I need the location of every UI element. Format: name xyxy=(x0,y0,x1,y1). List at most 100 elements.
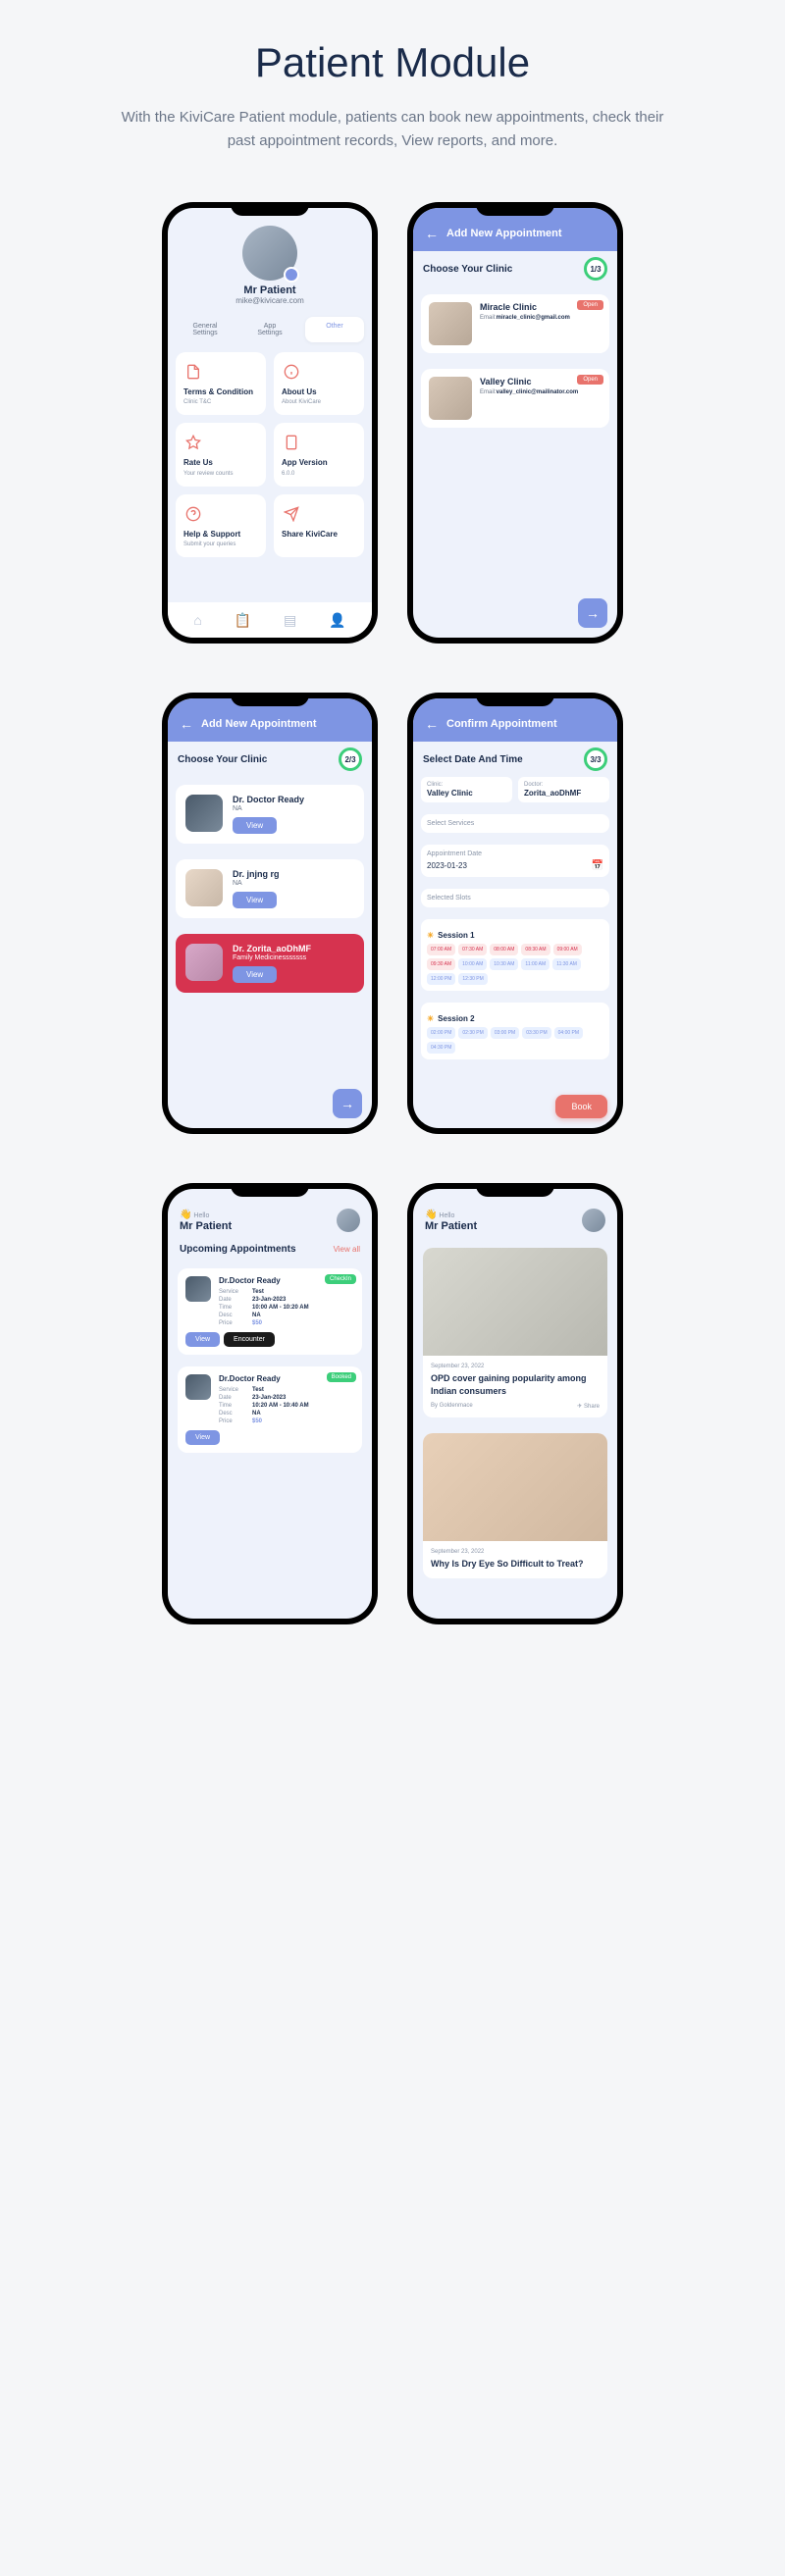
notch xyxy=(231,693,309,706)
back-icon[interactable]: ← xyxy=(180,716,193,732)
time-slot[interactable]: 03:30 PM xyxy=(522,1027,550,1039)
time-slot[interactable]: 12:00 PM xyxy=(427,973,455,985)
card-title: About Us xyxy=(282,387,356,397)
user-avatar[interactable] xyxy=(582,1209,605,1232)
time-slot[interactable]: 12:30 PM xyxy=(458,973,487,985)
doctor-field[interactable]: Doctor: Zorita_aoDhMF xyxy=(518,777,609,802)
page-subtitle: With the KiviCare Patient module, patien… xyxy=(118,106,667,153)
time-slot[interactable]: 08:00 AM xyxy=(490,944,518,955)
clinic-card-miracle[interactable]: Miracle Clinic Email:miracle_clinic@gmai… xyxy=(421,294,609,353)
header-title: Add New Appointment xyxy=(446,228,562,239)
label: Desc xyxy=(219,1313,246,1318)
doctor-image xyxy=(185,1276,211,1302)
next-button[interactable]: → xyxy=(333,1089,362,1118)
card-share[interactable]: Share KiviCare xyxy=(274,494,364,557)
user-name: Mr Patient xyxy=(425,1220,477,1232)
doctor-card-zorita[interactable]: Dr. Zorita_aoDhMF Family Medicinesssssss… xyxy=(176,934,364,993)
user-avatar[interactable] xyxy=(242,226,297,281)
back-icon[interactable]: ← xyxy=(425,226,439,241)
phone-articles: 👋 Hello Mr Patient September 23, 2022 OP… xyxy=(407,1183,623,1624)
doctor-card-ready[interactable]: Dr. Doctor Ready NA View xyxy=(176,785,364,844)
section-label: Selected Slots xyxy=(427,895,603,902)
card-about[interactable]: About Us About KiviCare xyxy=(274,352,364,415)
value: Test xyxy=(252,1289,264,1295)
phone-choose-doctor: ← Add New Appointment Choose Your Clinic… xyxy=(162,693,378,1134)
time-slot[interactable]: 09:30 AM xyxy=(427,958,455,970)
encounter-button[interactable]: Encounter xyxy=(224,1332,275,1347)
field-value: Valley Clinic xyxy=(427,789,506,798)
label: Price xyxy=(219,1320,246,1326)
share-button[interactable]: ✈ Share xyxy=(577,1403,600,1410)
doctor-name: Dr. Doctor Ready xyxy=(233,795,354,804)
article-date: September 23, 2022 xyxy=(431,1549,600,1555)
clinic-field[interactable]: Clinic: Valley Clinic xyxy=(421,777,512,802)
view-button[interactable]: View xyxy=(185,1430,220,1445)
view-all-link[interactable]: View all xyxy=(334,1245,360,1254)
tab-general-settings[interactable]: General Settings xyxy=(176,317,235,342)
bottom-nav: ⌂ 📋 ▤ 👤 xyxy=(168,602,372,638)
edit-icon[interactable] xyxy=(284,267,299,283)
view-button[interactable]: View xyxy=(233,966,277,983)
nav-file-icon[interactable]: ▤ xyxy=(284,612,296,629)
select-services[interactable]: Select Services xyxy=(421,814,609,833)
book-button[interactable]: Book xyxy=(555,1095,607,1118)
header-title: Add New Appointment xyxy=(201,718,317,730)
header-title: Confirm Appointment xyxy=(446,718,557,730)
time-slot[interactable]: 04:30 PM xyxy=(427,1042,455,1054)
time-slot[interactable]: 09:00 AM xyxy=(553,944,582,955)
session-2: ☀Session 2 02:00 PM 02:30 PM 03:00 PM 03… xyxy=(421,1003,609,1059)
card-rate[interactable]: Rate Us Your review counts xyxy=(176,423,266,486)
time-slot[interactable]: 11:00 AM xyxy=(521,958,550,970)
doctor-image xyxy=(185,795,223,832)
time-slot[interactable]: 08:30 AM xyxy=(521,944,550,955)
doctor-name: Dr.Doctor Ready xyxy=(219,1276,309,1285)
article-title: Why Is Dry Eye So Difficult to Treat? xyxy=(431,1558,600,1571)
step-indicator: 2/3 xyxy=(339,747,362,771)
user-avatar[interactable] xyxy=(337,1209,360,1232)
article-card[interactable]: September 23, 2022 Why Is Dry Eye So Dif… xyxy=(423,1433,607,1578)
label: Price xyxy=(219,1418,246,1424)
user-name: Mr Patient xyxy=(180,1220,232,1232)
section-label: Select Services xyxy=(427,820,603,827)
next-button[interactable]: → xyxy=(578,598,607,628)
label: Desc xyxy=(219,1411,246,1417)
tab-app-settings[interactable]: App Settings xyxy=(240,317,299,342)
label: Service xyxy=(219,1387,246,1393)
time-slot[interactable]: 10:00 AM xyxy=(458,958,487,970)
time-slot[interactable]: 03:00 PM xyxy=(491,1027,519,1039)
doctor-card-jnjng[interactable]: Dr. jnjng rg NA View xyxy=(176,859,364,918)
wave-icon: 👋 xyxy=(180,1210,191,1220)
back-icon[interactable]: ← xyxy=(425,716,439,732)
view-button[interactable]: View xyxy=(233,817,277,834)
card-sub: Your review counts xyxy=(183,471,258,477)
card-sub: Clinic T&C xyxy=(183,399,258,405)
time-slot[interactable]: 02:30 PM xyxy=(458,1027,487,1039)
card-terms[interactable]: Terms & Condition Clinic T&C xyxy=(176,352,266,415)
nav-home-icon[interactable]: ⌂ xyxy=(193,612,201,628)
card-title: App Version xyxy=(282,458,356,468)
calendar-icon[interactable]: 📅 xyxy=(592,860,603,871)
time-slot[interactable]: 07:00 AM xyxy=(427,944,455,955)
tab-other[interactable]: Other xyxy=(305,317,364,342)
nav-calendar-icon[interactable]: 📋 xyxy=(235,612,251,629)
card-title: Share KiviCare xyxy=(282,530,356,540)
clinic-card-valley[interactable]: Valley Clinic Email:valley_clinic@mailin… xyxy=(421,369,609,428)
value: 10:00 AM - 10:20 AM xyxy=(252,1305,309,1311)
article-card[interactable]: September 23, 2022 OPD cover gaining pop… xyxy=(423,1248,607,1417)
notch xyxy=(476,1183,554,1197)
view-button[interactable]: View xyxy=(185,1332,220,1347)
nav-profile-icon[interactable]: 👤 xyxy=(329,612,345,629)
card-version[interactable]: App Version 6.0.0 xyxy=(274,423,364,486)
view-button[interactable]: View xyxy=(233,892,277,908)
card-help[interactable]: Help & Support Submit your queries xyxy=(176,494,266,557)
time-slot[interactable]: 10:30 AM xyxy=(490,958,518,970)
slots-container: 07:00 AM 07:30 AM 08:00 AM 08:30 AM 09:0… xyxy=(427,944,603,985)
time-slot[interactable]: 11:30 AM xyxy=(552,958,581,970)
appointment-card: CheckIn Dr.Doctor Ready ServiceTest Date… xyxy=(178,1268,362,1355)
time-slot[interactable]: 04:00 PM xyxy=(554,1027,583,1039)
doctor-image xyxy=(185,1374,211,1400)
time-slot[interactable]: 02:00 PM xyxy=(427,1027,455,1039)
page-title: Patient Module xyxy=(20,39,765,86)
appointment-date[interactable]: Appointment Date 2023-01-23 📅 xyxy=(421,845,609,877)
time-slot[interactable]: 07:30 AM xyxy=(458,944,487,955)
